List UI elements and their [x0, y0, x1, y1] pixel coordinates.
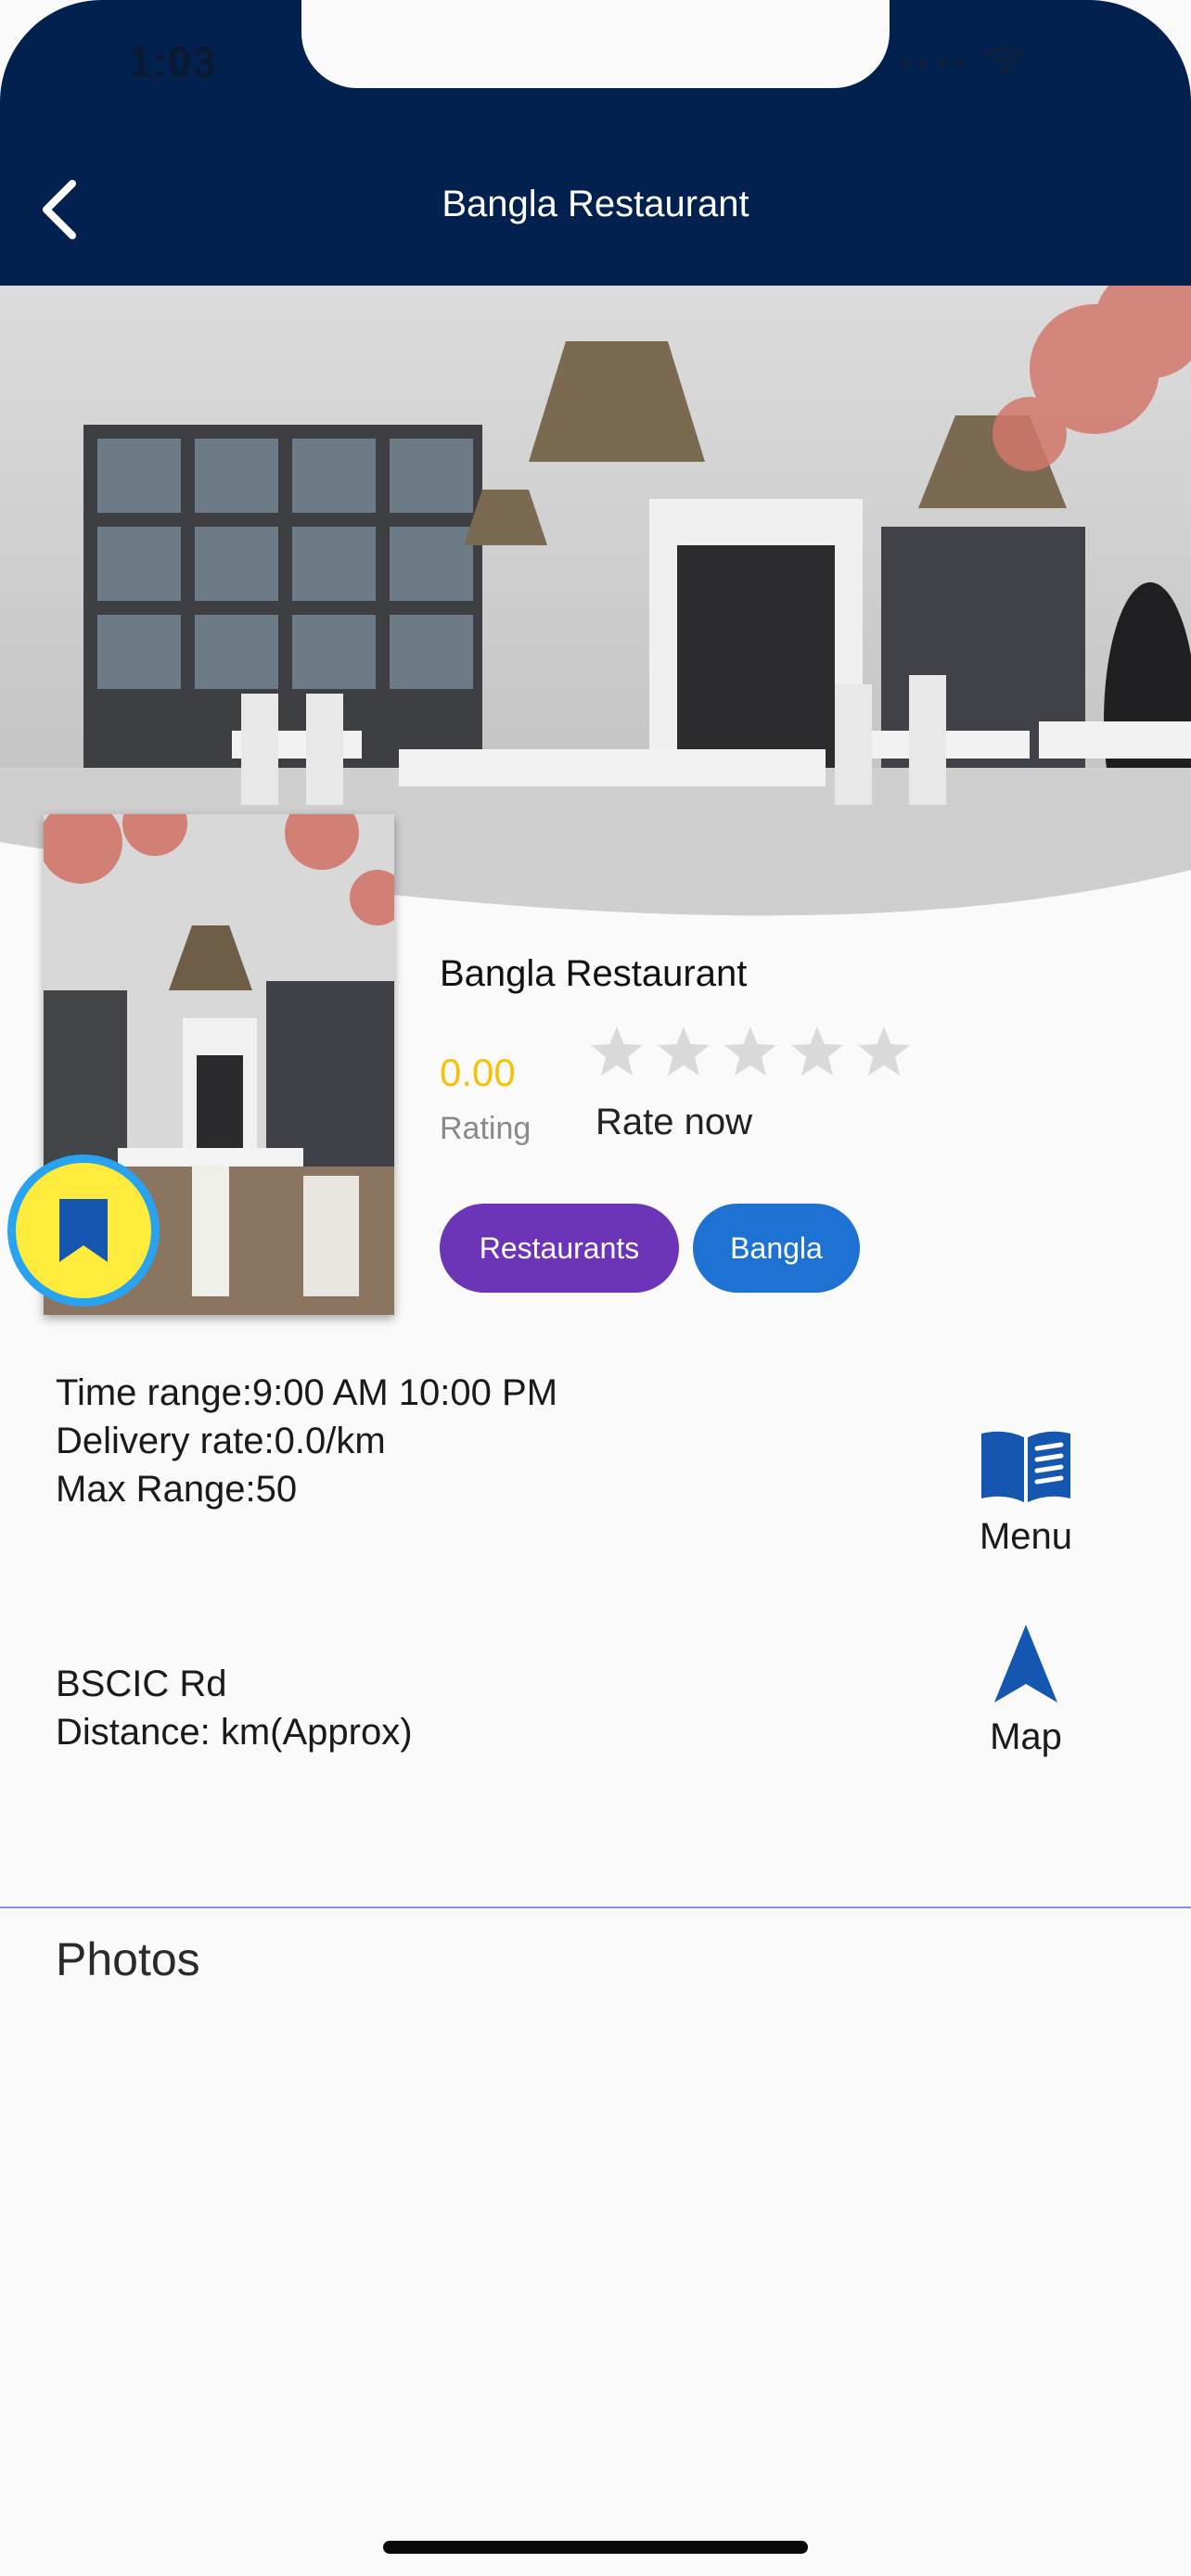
- star-icon[interactable]: [788, 1024, 846, 1081]
- location-info: BSCIC Rd Distance: km(Approx): [56, 1660, 413, 1756]
- star-icon[interactable]: [588, 1024, 646, 1081]
- star-rating[interactable]: [588, 1024, 913, 1081]
- map-label: Map: [990, 1716, 1062, 1757]
- wifi-icon: [983, 45, 1028, 78]
- star-icon[interactable]: [655, 1024, 712, 1081]
- restaurant-name: Bangla Restaurant: [440, 953, 748, 994]
- page-title: Bangla Restaurant: [442, 184, 749, 224]
- bookmark-icon: [59, 1199, 108, 1262]
- map-button[interactable]: Map: [952, 1623, 1100, 1758]
- photos-heading: Photos: [56, 1933, 200, 1985]
- rate-now-link[interactable]: Rate now: [596, 1102, 752, 1143]
- delivery-info: Time range:9:00 AM 10:00 PM Delivery rat…: [56, 1369, 557, 1513]
- address: BSCIC Rd: [56, 1664, 227, 1704]
- category-chip-bangla[interactable]: Bangla: [693, 1204, 860, 1293]
- category-chip-restaurants[interactable]: Restaurants: [440, 1204, 679, 1293]
- time-range: Time range:9:00 AM 10:00 PM: [56, 1372, 558, 1413]
- rating-value: 0.00: [440, 1051, 516, 1094]
- distance: Distance: km(Approx): [56, 1712, 413, 1753]
- menu-book-icon: [981, 1431, 1070, 1502]
- section-divider: [0, 1906, 1191, 1908]
- menu-button[interactable]: Menu: [952, 1428, 1100, 1558]
- menu-label: Menu: [979, 1516, 1073, 1557]
- screen: 1:03 Bangla Restaurant Bangla Restaurant…: [0, 0, 1191, 2576]
- rating-label: Rating: [440, 1111, 531, 1146]
- star-icon[interactable]: [855, 1024, 913, 1081]
- device-notch: [301, 0, 890, 88]
- star-icon[interactable]: [722, 1024, 779, 1081]
- navigation-arrow-icon: [994, 1625, 1057, 1702]
- delivery-rate: Delivery rate:0.0/km: [56, 1421, 386, 1461]
- status-time: 1:03: [128, 38, 218, 86]
- bookmark-button[interactable]: [7, 1154, 160, 1307]
- status-icons: [900, 45, 1030, 82]
- home-indicator[interactable]: [383, 2541, 808, 2554]
- max-range: Max Range:50: [56, 1469, 298, 1510]
- app-bar: 1:03 Bangla Restaurant: [0, 0, 1191, 286]
- cellular-signal-icon: [900, 58, 965, 68]
